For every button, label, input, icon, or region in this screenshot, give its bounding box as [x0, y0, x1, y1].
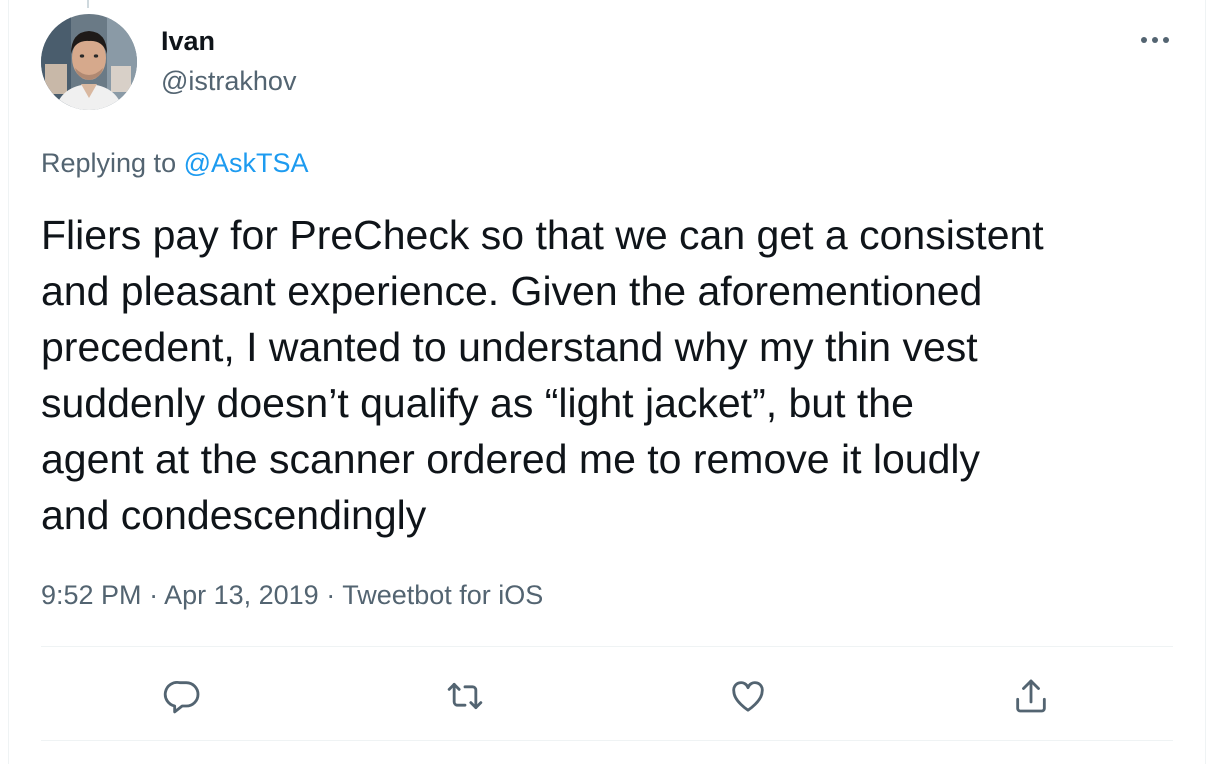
tweet-date[interactable]: Apr 13, 2019 — [164, 580, 319, 610]
divider — [41, 740, 1173, 741]
like-button[interactable] — [722, 670, 774, 722]
frame-border-left — [8, 0, 9, 764]
replying-to-line: Replying to @AskTSA — [41, 145, 309, 181]
share-icon — [1016, 679, 1046, 713]
replying-to-label: Replying to — [41, 148, 184, 178]
avatar-photo — [41, 14, 137, 110]
frame-border-right — [1205, 0, 1206, 764]
reply-button[interactable] — [157, 670, 209, 722]
meta-separator: · — [141, 580, 165, 610]
author-handle[interactable]: @istrakhov — [161, 64, 296, 98]
retweet-button[interactable] — [439, 670, 491, 722]
tweet-source[interactable]: Tweetbot for iOS — [342, 580, 543, 610]
thread-connector-line — [87, 0, 89, 8]
like-icon — [732, 681, 764, 712]
tweet-text: Fliers pay for PreCheck so that we can g… — [41, 212, 1044, 538]
reply-mention-link[interactable]: @AskTSA — [184, 148, 309, 178]
tweet-time[interactable]: 9:52 PM — [41, 580, 142, 610]
share-button[interactable] — [1005, 670, 1057, 722]
more-options-button[interactable] — [1135, 28, 1175, 52]
more-dots-icon — [1141, 37, 1169, 43]
meta-separator: · — [318, 580, 343, 610]
avatar[interactable] — [41, 14, 137, 110]
tweet-metadata: 9:52 PM · Apr 13, 2019 · Tweetbot for iO… — [41, 577, 543, 613]
author-name[interactable]: Ivan — [161, 24, 215, 58]
divider — [41, 646, 1173, 647]
retweet-icon — [447, 682, 483, 710]
reply-icon — [163, 680, 200, 714]
